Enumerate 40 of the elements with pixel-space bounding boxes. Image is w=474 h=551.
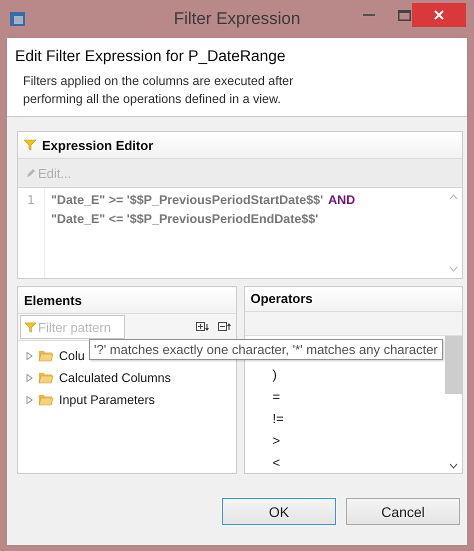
scroll-up-icon[interactable] — [448, 194, 458, 200]
folder-icon — [38, 393, 54, 406]
panel-title: Operators — [250, 291, 313, 306]
filter-field[interactable]: Filter pattern — [20, 315, 125, 339]
dialog-description: Filters applied on the columns are executed after performing all the operations defined in a view. — [22, 73, 294, 108]
folder-icon — [38, 371, 54, 384]
operator-item[interactable]: < — [272, 452, 444, 473]
filter-icon — [25, 322, 36, 332]
tree-item[interactable]: Colu — [59, 348, 85, 362]
expand-arrow-icon[interactable] — [26, 374, 33, 382]
operator-item[interactable]: ) — [272, 364, 444, 385]
operator-item[interactable]: > — [272, 430, 444, 451]
maximize-icon[interactable] — [398, 10, 410, 20]
code-keyword: AND — [328, 192, 356, 209]
close-button[interactable] — [412, 3, 466, 27]
scrollbar-thumb[interactable] — [445, 336, 462, 394]
folder-icon — [38, 349, 54, 362]
code-text: "Date_E" >= '$$P_PreviousPeriodStartDate$$' — [51, 192, 324, 209]
scroll-down-icon[interactable] — [448, 463, 458, 469]
collapse-all-icon[interactable] — [218, 322, 232, 332]
app-icon — [9, 10, 27, 28]
tooltip: '?' matches exactly one character, '*' matches any character — [89, 339, 443, 360]
section-title: Expression Editor — [42, 138, 154, 152]
window-title: Filter Expression — [174, 9, 300, 29]
operator-item[interactable]: != — [272, 408, 444, 429]
close-icon[interactable] — [434, 10, 444, 20]
operator-item[interactable]: = — [272, 386, 444, 407]
ok-button[interactable]: OK — [222, 498, 336, 525]
pencil-icon — [26, 168, 36, 178]
panel-title: Elements — [24, 292, 82, 308]
line-number: 1 — [27, 192, 35, 209]
tree-item[interactable]: Input Parameters — [59, 392, 155, 406]
cancel-button[interactable]: Cancel — [346, 498, 460, 525]
expand-arrow-icon[interactable] — [26, 396, 33, 404]
code-text: "Date_E" <= '$$P_PreviousPeriodEndDate$$' — [51, 211, 318, 228]
dialog-heading: Edit Filter Expression for P_DateRange — [15, 48, 287, 66]
filter-icon — [24, 139, 36, 151]
tree-item[interactable]: Calculated Columns — [59, 370, 171, 384]
expand-all-icon[interactable] — [196, 322, 210, 332]
expand-arrow-icon[interactable] — [26, 352, 33, 360]
